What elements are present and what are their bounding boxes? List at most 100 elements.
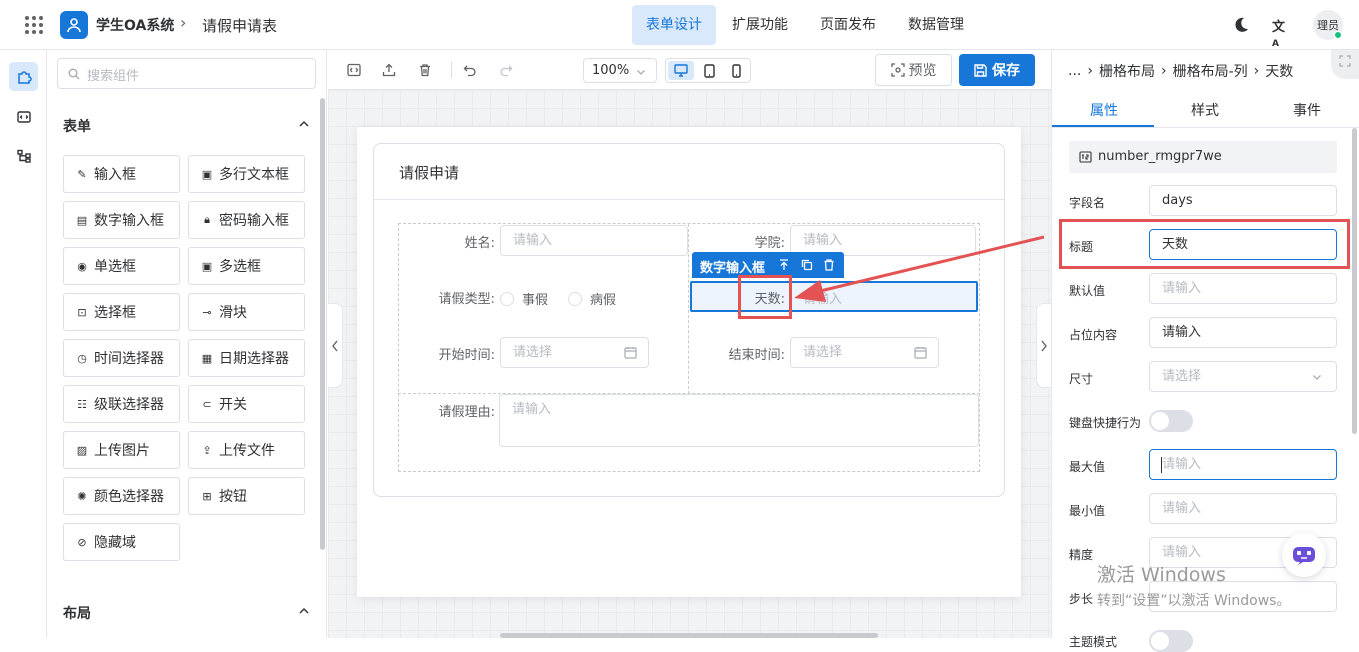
palette-item-5[interactable]: ◉ 单选框 (63, 247, 180, 285)
tab-data-management[interactable]: 数据管理 (894, 5, 978, 45)
image-icon: ▨ (76, 443, 88, 457)
tab-style[interactable]: 样式 (1191, 100, 1219, 120)
tab-events[interactable]: 事件 (1293, 100, 1321, 120)
breadcrumb-grid-layout[interactable]: 栅格布局 (1099, 61, 1155, 81)
chevron-up-icon[interactable] (298, 118, 310, 130)
reason-textarea[interactable]: 请输入 (499, 394, 979, 447)
redo-icon[interactable] (496, 60, 516, 80)
theme-mode-switch[interactable] (1149, 630, 1193, 652)
code-view-icon[interactable] (344, 60, 364, 80)
eye-off-icon: ⊘ (77, 535, 87, 549)
dark-mode-icon[interactable] (1232, 16, 1250, 34)
breadcrumb-ellipsis[interactable]: ... (1068, 63, 1081, 79)
desktop-device-button[interactable] (668, 61, 694, 80)
palette-item-14[interactable]: ⇪ 上传文件 (188, 431, 305, 469)
checkbox-icon: ▣ (201, 259, 213, 273)
size-select[interactable]: 请选择 (1149, 361, 1337, 392)
clock-icon: ◷ (77, 351, 87, 365)
palette-item-label: 开关 (219, 397, 247, 413)
title-field-highlight (1059, 219, 1350, 269)
palette-item-11[interactable]: ☷ 级联选择器 (63, 385, 180, 423)
component-palette: 搜索组件 表单 ✎ 输入框 ▣ 多行文本框 ▤ 数字输入框 🔒︎ 密码输入框 ◉ 单选框 ▣ 多选框 ⊡… (47, 50, 327, 638)
min-value-input[interactable]: 请输入 (1149, 493, 1337, 524)
import-icon[interactable] (379, 60, 399, 80)
leave-type-label: 请假类型: (438, 292, 495, 307)
delete-all-icon[interactable] (415, 60, 435, 80)
undo-icon[interactable] (460, 60, 480, 80)
online-status-dot (1334, 31, 1342, 39)
field-name-input[interactable]: days (1149, 185, 1337, 216)
palette-item-15[interactable]: ✺ 颜色选择器 (63, 477, 180, 515)
radio-icon: ◉ (77, 259, 87, 273)
breadcrumb-chevron-icon: › (1087, 63, 1093, 79)
palette-scrollbar[interactable] (320, 98, 325, 550)
prop-label-precision: 精度 (1069, 548, 1094, 562)
zoom-value: 100% (592, 63, 630, 78)
max-value-input[interactable]: 请输入 (1149, 449, 1337, 480)
palette-item-7[interactable]: ⊡ 选择框 (63, 293, 180, 331)
expand-corner-icon[interactable] (1331, 50, 1359, 79)
palette-item-17[interactable]: ⊘ 隐藏域 (63, 523, 180, 561)
canvas-horizontal-scrollbar[interactable] (500, 633, 878, 638)
default-value-input[interactable]: 请输入 (1149, 273, 1337, 304)
palette-item-13[interactable]: ▨ 上传图片 (63, 431, 180, 469)
tab-page-publish[interactable]: 页面发布 (806, 5, 890, 45)
radio-sick-leave[interactable]: 病假 (568, 289, 616, 308)
component-id: number_rmgpr7we (1098, 149, 1222, 164)
zoom-select[interactable]: 100% (583, 58, 657, 83)
collapse-right-handle[interactable] (1036, 303, 1051, 388)
prop-label-step: 步长 (1069, 592, 1094, 606)
palette-item-9[interactable]: ◷ 时间选择器 (63, 339, 180, 377)
save-button[interactable]: 保存 (959, 54, 1035, 86)
app-title: 学生OA系统 (96, 18, 175, 34)
palette-item-label: 上传文件 (219, 443, 275, 459)
chevron-right-icon (1041, 340, 1047, 351)
preview-label: 预览 (908, 63, 937, 79)
palette-item-3[interactable]: ▤ 数字输入框 (63, 201, 180, 239)
tab-extensions[interactable]: 扩展功能 (718, 5, 802, 45)
tree-rail-button[interactable] (9, 141, 38, 170)
radio-personal-leave[interactable]: 事假 (500, 289, 548, 308)
apps-grid-icon[interactable] (24, 15, 44, 35)
palette-item-8[interactable]: ⊸ 滑块 (188, 293, 305, 331)
components-rail-button[interactable] (9, 62, 38, 91)
code-icon (16, 110, 31, 123)
name-input[interactable]: 请输入 (500, 225, 688, 256)
palette-item-label: 级联选择器 (94, 397, 164, 413)
placeholder-input[interactable]: 请输入 (1149, 317, 1337, 348)
tab-properties[interactable]: 属性 (1090, 100, 1118, 120)
palette-item-label: 数字输入框 (94, 213, 164, 229)
collapse-left-handle[interactable] (328, 303, 343, 388)
chevron-down-icon (637, 70, 645, 75)
prop-label-size: 尺寸 (1069, 372, 1094, 386)
component-search-box[interactable]: 搜索组件 (57, 58, 316, 89)
mobile-device-button[interactable] (724, 61, 748, 80)
palette-item-16[interactable]: ⊞ 按钮 (188, 477, 305, 515)
palette-item-4[interactable]: 🔒︎ 密码输入框 (188, 201, 305, 239)
translate-icon[interactable]: 文A (1272, 16, 1290, 49)
watermark-line1: 激活 Windows (1097, 564, 1226, 586)
palette-item-label: 选择框 (94, 305, 136, 321)
palette-item-label: 颜色选择器 (94, 489, 164, 505)
tablet-device-button[interactable] (697, 61, 721, 80)
palette-item-label: 密码输入框 (219, 213, 289, 229)
selected-component-tag: 数字输入框 (700, 261, 766, 276)
chevron-up-icon[interactable] (298, 605, 310, 617)
preview-icon (890, 63, 905, 77)
end-time-picker[interactable]: 请选择 (790, 337, 939, 368)
prop-label-max: 最大值 (1069, 460, 1106, 474)
panel-scrollbar[interactable] (1352, 128, 1357, 434)
keyboard-behavior-switch[interactable] (1149, 410, 1193, 432)
palette-item-2[interactable]: ▣ 多行文本框 (188, 155, 305, 193)
palette-item-12[interactable]: ⊂ 开关 (188, 385, 305, 423)
palette-item-label: 隐藏域 (94, 535, 136, 551)
start-time-picker[interactable]: 请选择 (500, 337, 649, 368)
palette-item-6[interactable]: ▣ 多选框 (188, 247, 305, 285)
code-rail-button[interactable] (9, 102, 38, 131)
breadcrumb-grid-column[interactable]: 栅格布局-列 (1173, 61, 1248, 81)
tab-form-design[interactable]: 表单设计 (632, 5, 716, 45)
preview-button[interactable]: 预览 (875, 54, 952, 86)
palette-item-1[interactable]: ✎ 输入框 (63, 155, 180, 193)
radio-label: 事假 (522, 293, 549, 308)
palette-item-10[interactable]: ▦ 日期选择器 (188, 339, 305, 377)
